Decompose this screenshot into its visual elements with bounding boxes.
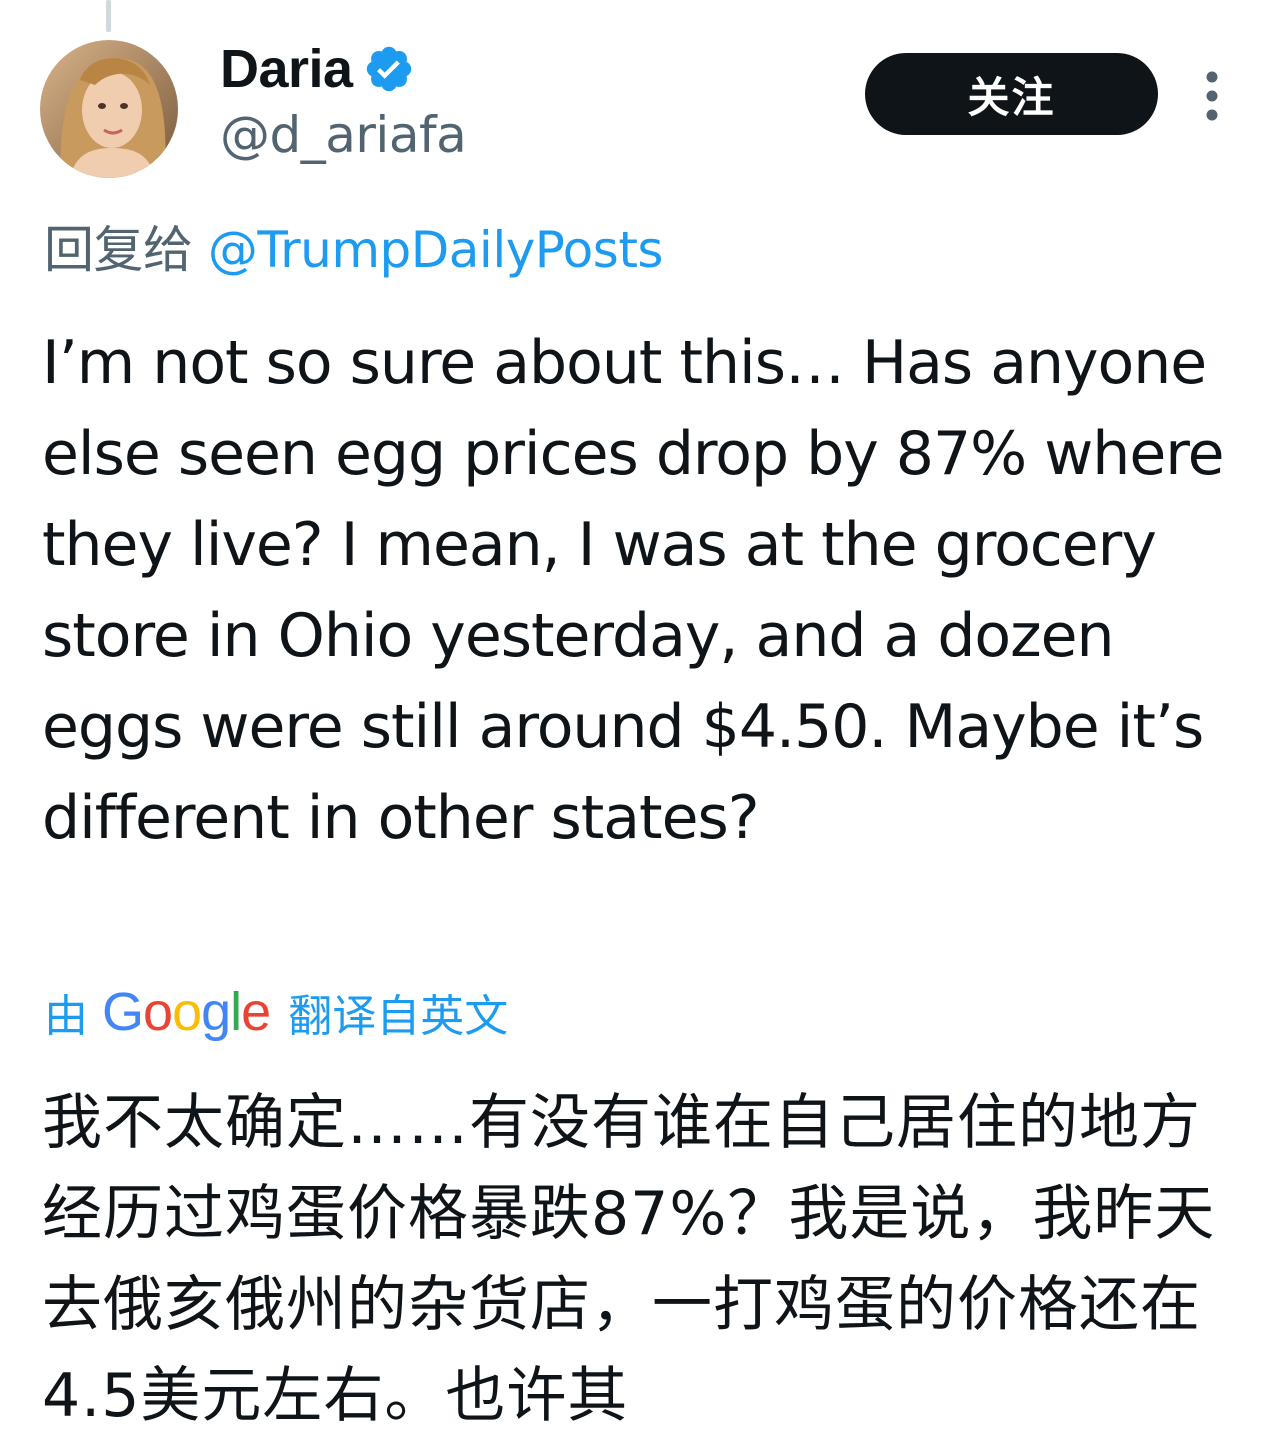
author-display-name[interactable]: Daria bbox=[220, 38, 353, 100]
author-handle[interactable]: @d_ariafa bbox=[220, 106, 467, 164]
google-logo: Google bbox=[102, 982, 271, 1042]
tweet-text: I’m not so sure about this… Has anyone e… bbox=[42, 328, 1225, 853]
more-vertical-icon[interactable] bbox=[1196, 70, 1228, 122]
thread-connector-line bbox=[106, 0, 111, 32]
verified-badge-icon[interactable] bbox=[363, 43, 415, 95]
translation-attribution[interactable]: 由 Google 翻译自英文 bbox=[44, 980, 508, 1044]
translation-source-label: 翻译自英文 bbox=[288, 991, 509, 1042]
avatar[interactable] bbox=[40, 40, 178, 178]
translated-tweet-text: 我不太确定……有没有谁在自己居住的地方经历过鸡蛋价格暴跌87%？我是说，我昨天去… bbox=[42, 1088, 1216, 1431]
follow-button[interactable]: 关注 bbox=[865, 53, 1158, 135]
reply-prefix: 回复给 bbox=[44, 221, 193, 279]
replying-to-line: 回复给 @TrumpDailyPosts bbox=[44, 210, 663, 282]
reply-mention-link[interactable]: @TrumpDailyPosts bbox=[208, 221, 664, 279]
translation-prefix: 由 bbox=[44, 991, 88, 1042]
author-info[interactable]: Daria @d_ariafa bbox=[220, 36, 467, 164]
author-name-row[interactable]: Daria bbox=[220, 36, 466, 102]
